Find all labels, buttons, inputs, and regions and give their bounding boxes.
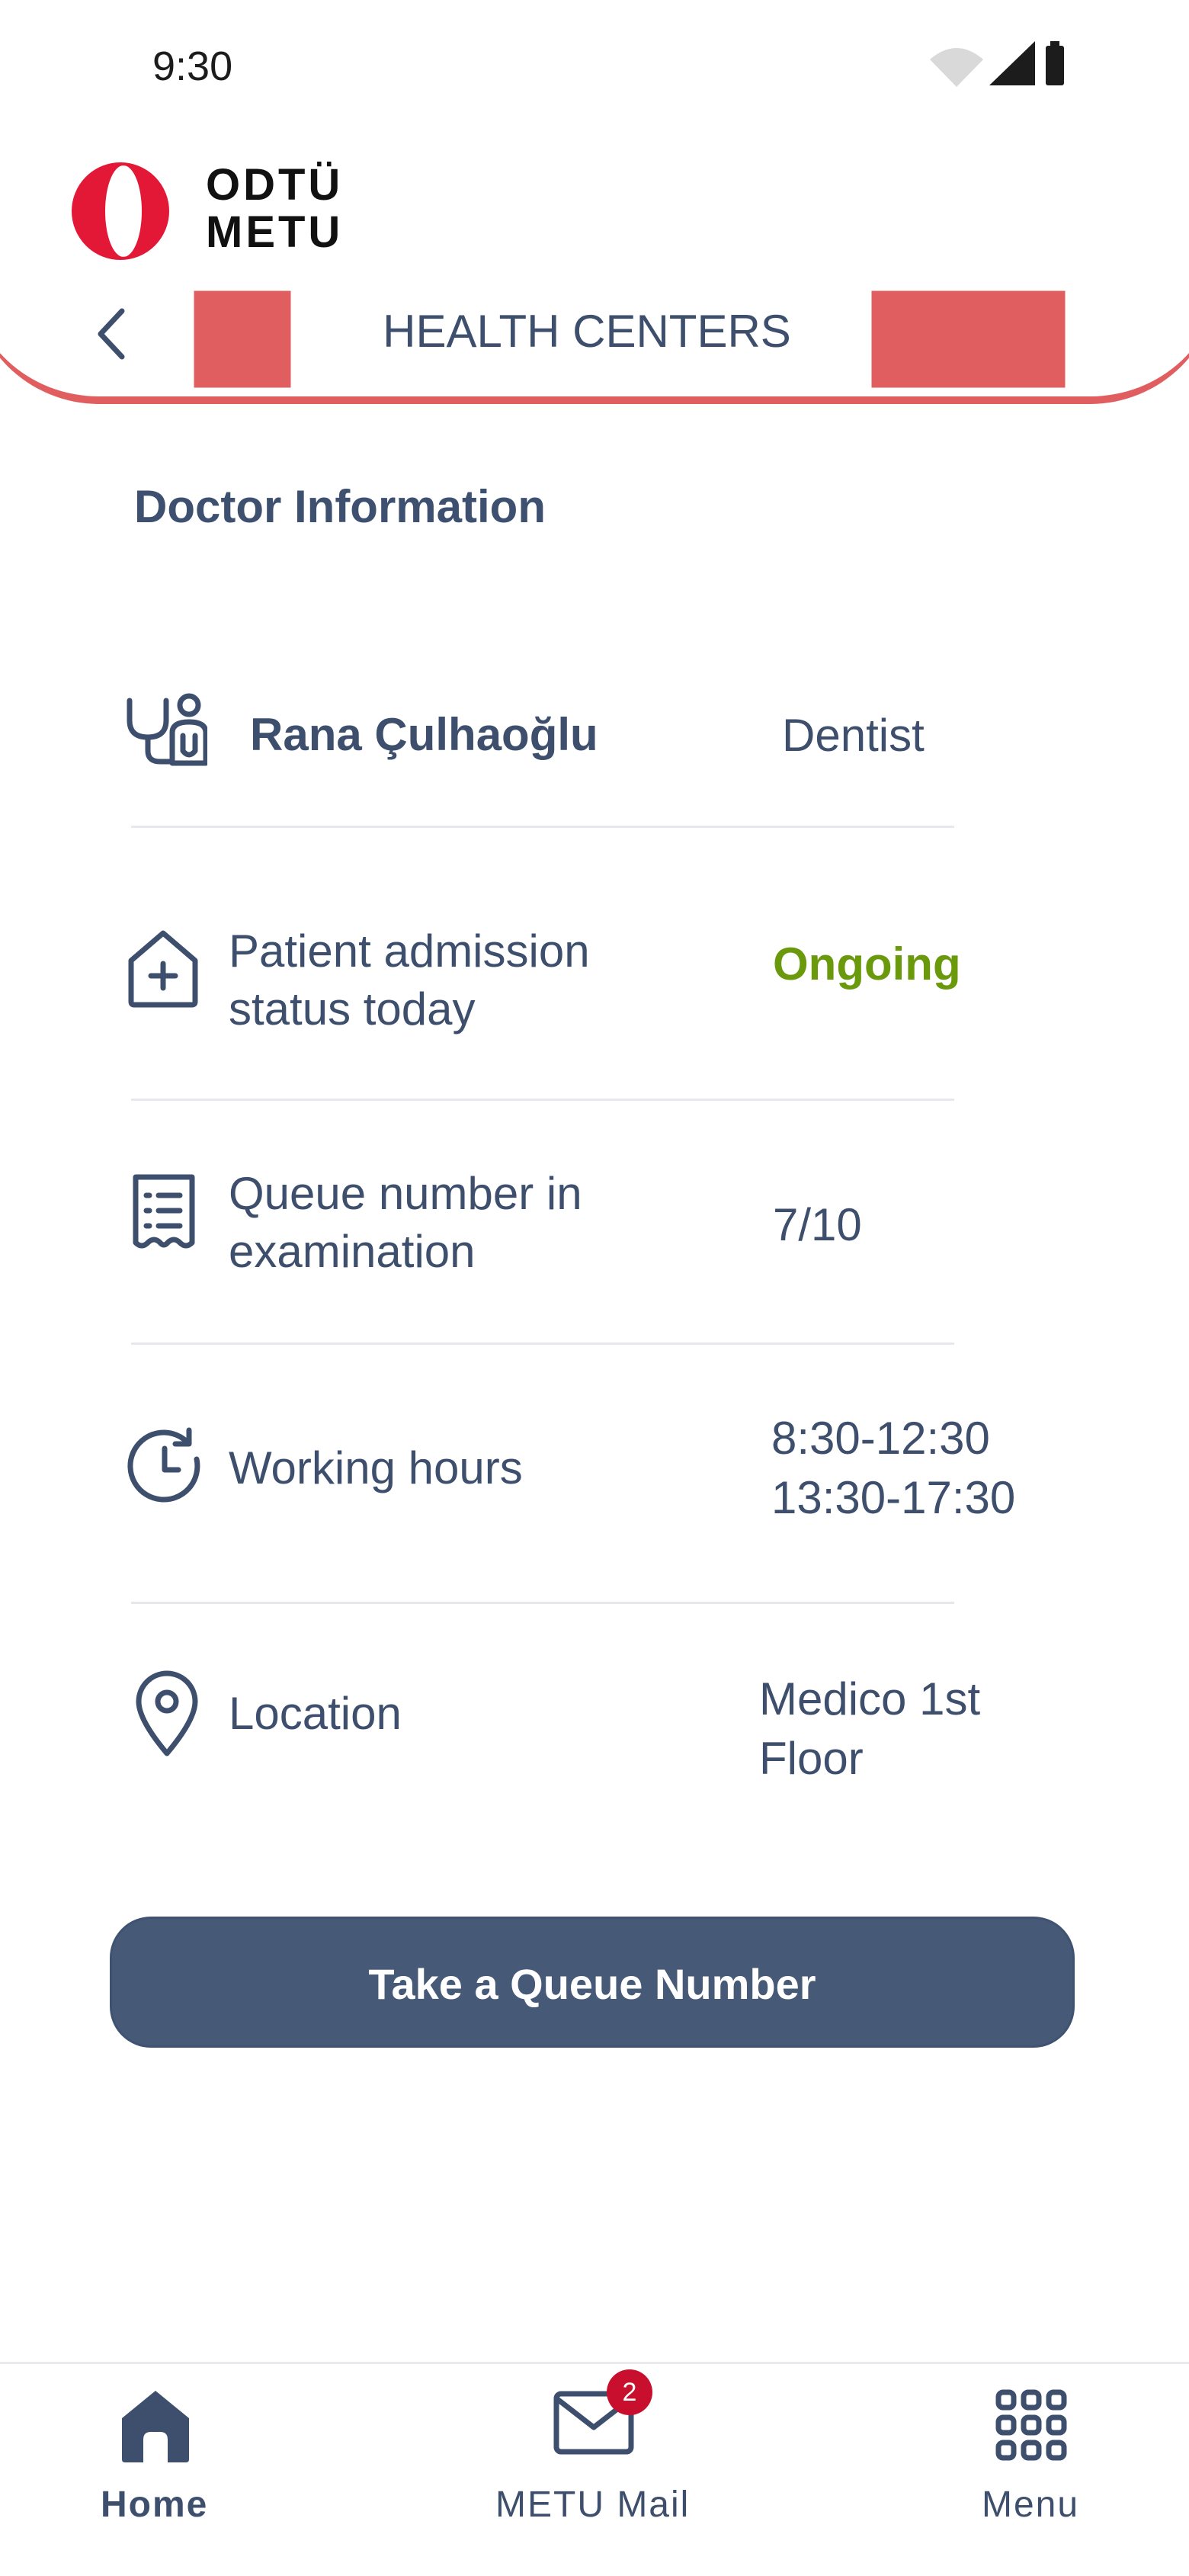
nav-mail-label: METU Mail (495, 2485, 691, 2525)
section-title: Doctor Information (134, 481, 546, 532)
mail-unread-badge: 2 (607, 2369, 652, 2415)
location-value: Medico 1st Floor (759, 1673, 981, 1784)
signal-icon (989, 41, 1035, 85)
working-hours-label: Working hours (229, 1442, 523, 1493)
brand-line1: ODTÜ (206, 160, 344, 210)
grid-menu-icon (995, 2389, 1067, 2461)
divider (131, 1099, 954, 1101)
admission-status-value: Ongoing (773, 938, 961, 990)
take-queue-number-button[interactable]: Take a Queue Number (110, 1917, 1075, 2048)
clock-history-icon (127, 1427, 200, 1503)
nav-home-label: Home (101, 2485, 209, 2525)
admission-label: Patient admission status today (229, 925, 590, 1035)
brand-wordmark: ODTÜ METU (206, 162, 343, 256)
hospital-add-icon (128, 930, 198, 1008)
doctor-name: Rana Çulhaoğlu (250, 709, 598, 760)
queue-number-value: 7/10 (773, 1199, 862, 1250)
receipt-list-icon (133, 1174, 195, 1249)
nav-menu[interactable]: Menu (953, 2379, 1113, 2531)
divider (131, 826, 954, 828)
battery-icon (1046, 46, 1064, 85)
brand-line2: METU (206, 207, 344, 257)
working-hours-value: 8:30-12:30 13:30-17:30 (771, 1413, 1016, 1523)
stethoscope-icon (127, 693, 207, 766)
status-icons (930, 41, 1064, 87)
location-pin-icon (136, 1670, 198, 1756)
wifi-icon (930, 48, 983, 87)
page-title: HEALTH CENTERS (383, 306, 791, 357)
nav-menu-label: Menu (982, 2485, 1080, 2525)
nav-metu-mail[interactable]: METU Mail (488, 2379, 709, 2531)
home-icon (122, 2391, 189, 2462)
divider (131, 1602, 954, 1604)
doctor-specialty: Dentist (782, 710, 925, 761)
nav-home[interactable]: Home (84, 2379, 229, 2531)
metu-logo (72, 162, 169, 260)
status-time: 9:30 (152, 43, 233, 89)
queue-label: Queue number in examination (229, 1168, 582, 1277)
divider (131, 1343, 954, 1345)
location-label: Location (229, 1688, 402, 1739)
